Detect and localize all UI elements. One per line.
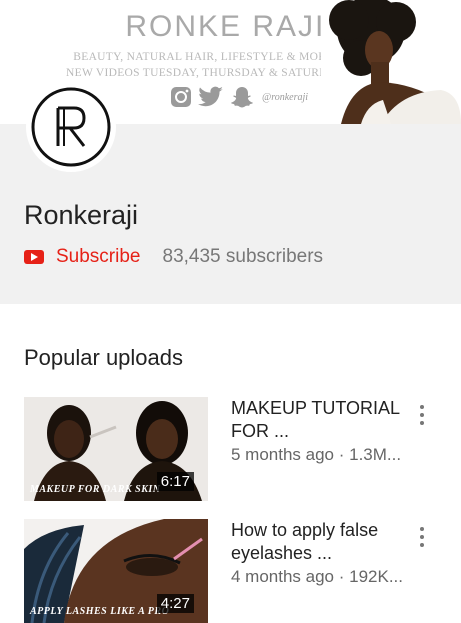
snapchat-icon bbox=[231, 87, 253, 108]
section-title: Popular uploads bbox=[24, 345, 184, 370]
youtube-play-icon[interactable] bbox=[24, 250, 44, 264]
subscribe-row: Subscribe 83,435 subscribers bbox=[24, 246, 323, 268]
video-meta: 4 months ago · 192K... bbox=[231, 567, 403, 586]
social-handle: @ronkeraji bbox=[262, 91, 309, 103]
more-options-icon[interactable] bbox=[416, 405, 428, 431]
instagram-icon bbox=[171, 87, 191, 107]
thumbnail-caption: MAKEUP FOR DARK SKIN bbox=[30, 484, 161, 495]
subscriber-count: 83,435 subscribers bbox=[162, 246, 324, 267]
twitter-icon bbox=[198, 86, 223, 107]
video-item[interactable]: MAKEUP FOR DARK SKIN 6:17 MAKEUP TUTORIA… bbox=[24, 397, 461, 501]
channel-name: Ronkeraji bbox=[24, 200, 139, 230]
video-meta: 5 months ago · 1.3M... bbox=[231, 445, 402, 464]
banner-portrait-image bbox=[321, 0, 461, 124]
social-row: @ronkeraji bbox=[170, 86, 308, 108]
subscribe-button[interactable]: Subscribe bbox=[56, 246, 141, 268]
video-thumbnail[interactable]: MAKEUP FOR DARK SKIN 6:17 bbox=[24, 397, 208, 501]
video-title[interactable]: MAKEUP TUTORIAL FOR ... bbox=[231, 397, 416, 443]
video-duration: 4:27 bbox=[156, 594, 194, 613]
more-options-icon[interactable] bbox=[416, 527, 428, 553]
video-title[interactable]: How to apply false eyelashes ... bbox=[231, 519, 416, 565]
video-item[interactable]: APPLY LASHES LIKE A PRO 4:27 How to appl… bbox=[24, 519, 461, 623]
video-duration: 6:17 bbox=[156, 472, 194, 491]
channel-avatar[interactable] bbox=[26, 82, 116, 172]
video-thumbnail[interactable]: APPLY LASHES LIKE A PRO 4:27 bbox=[24, 519, 208, 623]
thumbnail-caption: APPLY LASHES LIKE A PRO bbox=[30, 606, 170, 617]
